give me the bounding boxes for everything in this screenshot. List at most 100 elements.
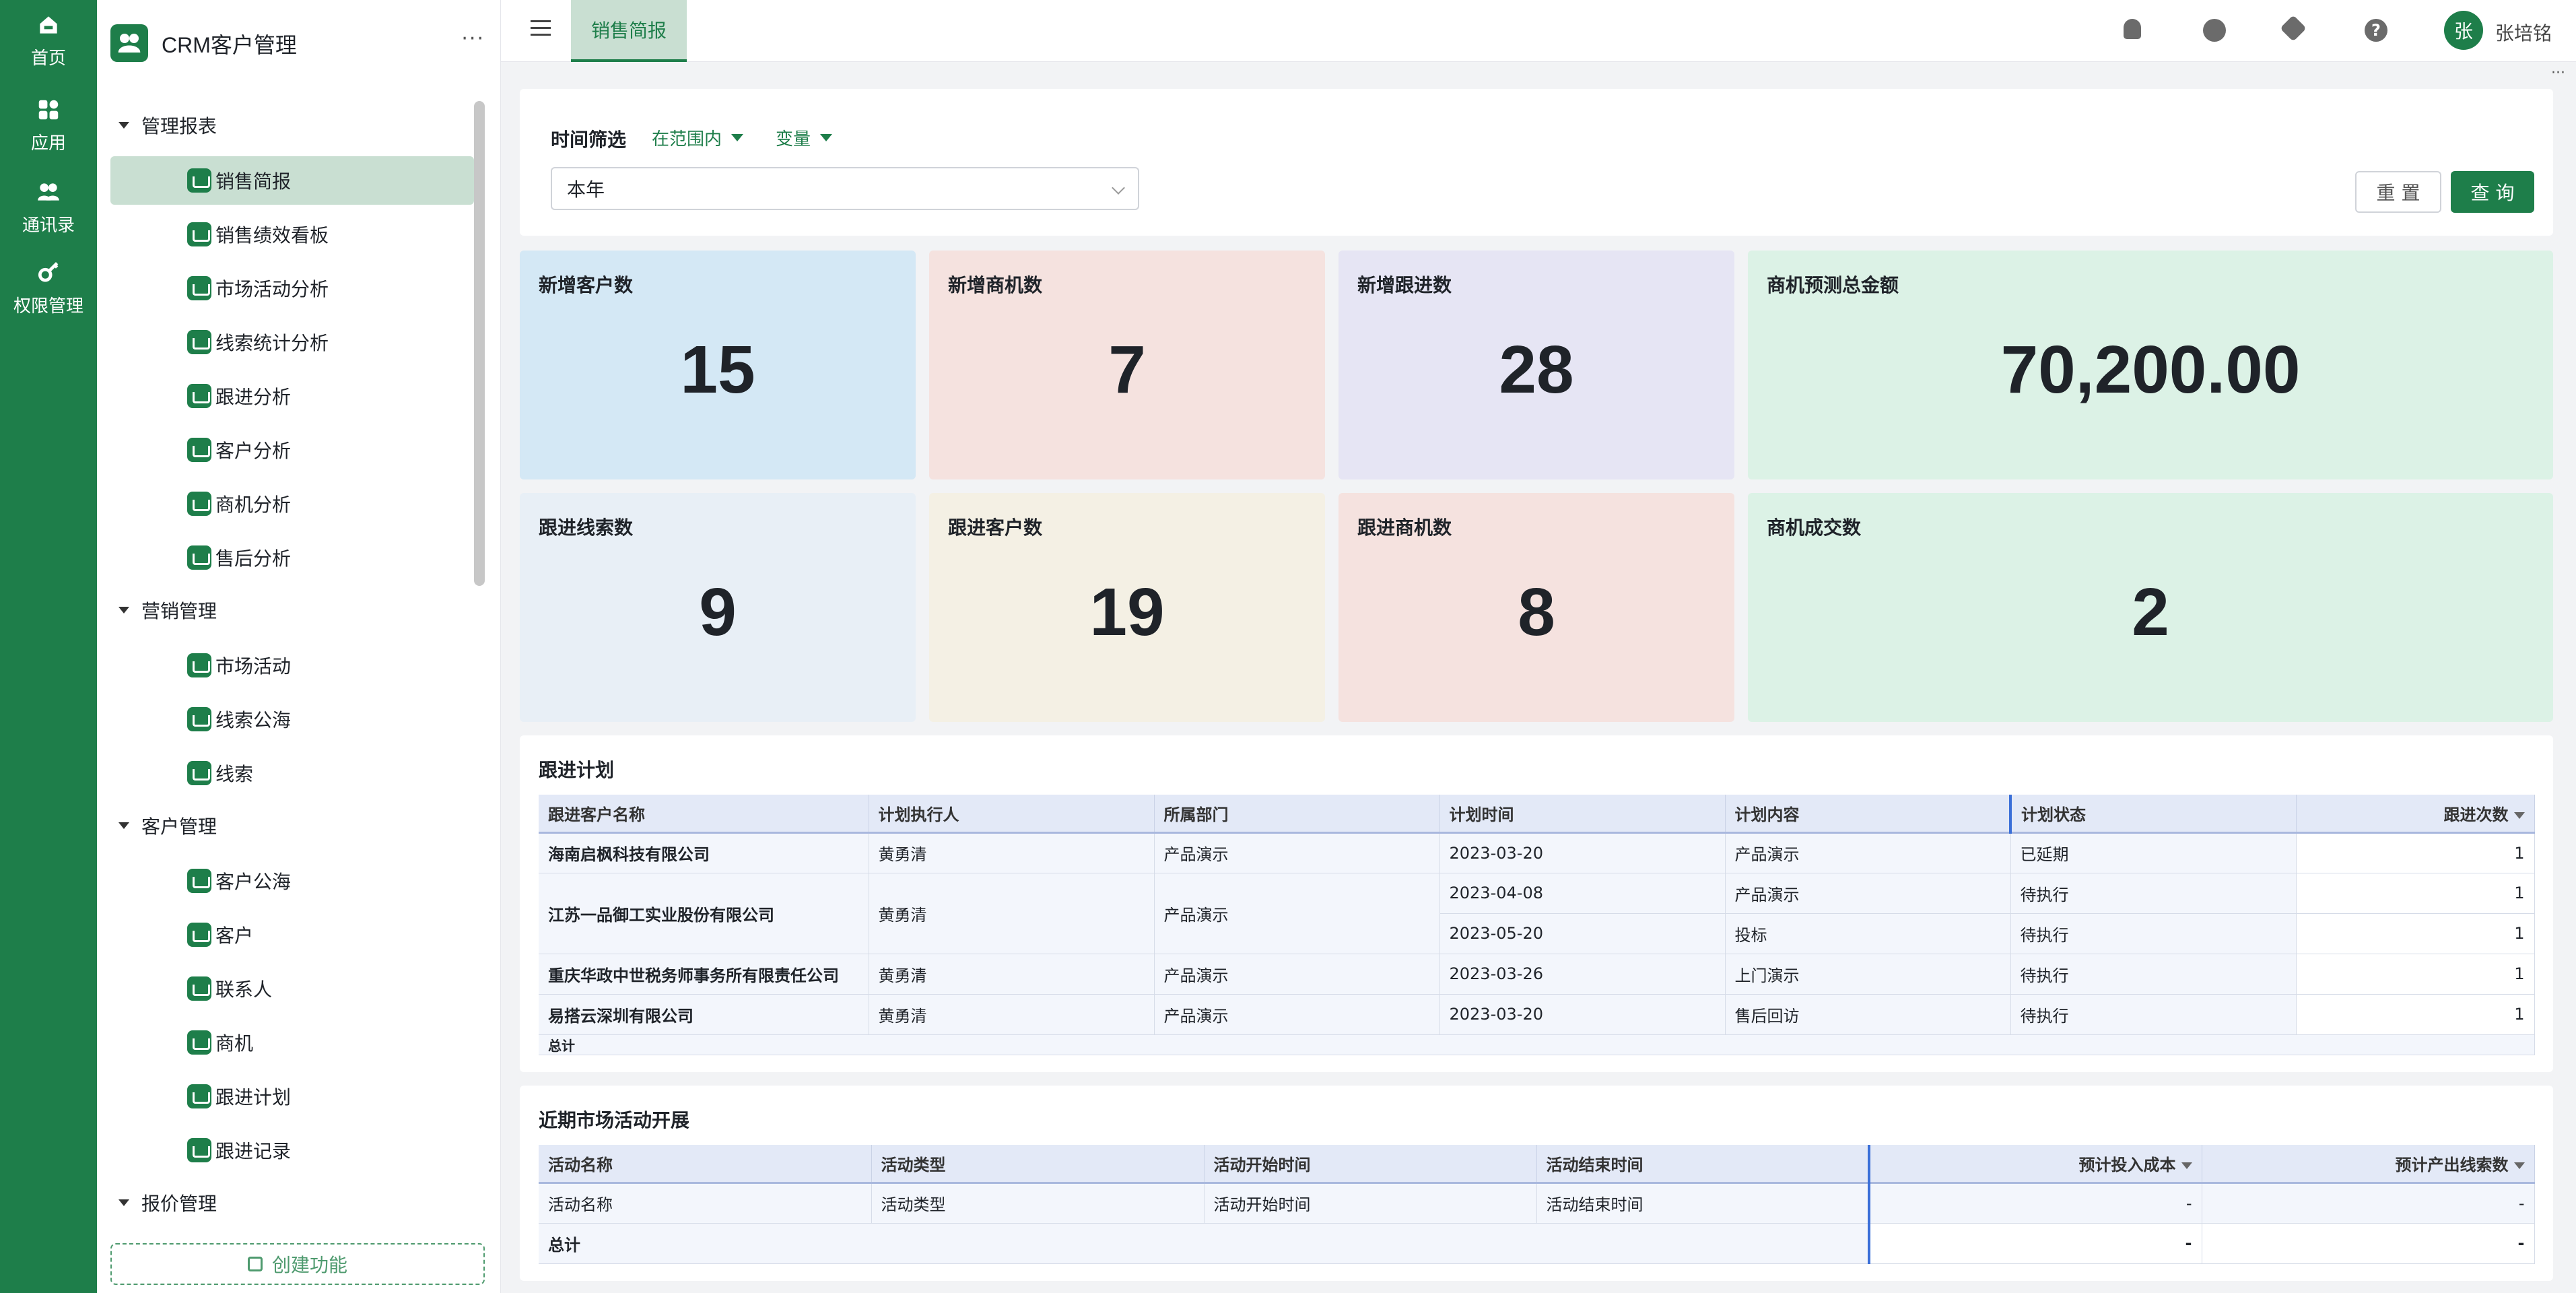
sidebar-item-label: 售后分析 xyxy=(215,548,292,570)
help-icon[interactable]: ? xyxy=(2365,19,2387,42)
table-cell: 活动开始时间 xyxy=(1204,1183,1537,1224)
table-row: 活动名称 活动类型 活动开始时间 活动结束时间 - - xyxy=(539,1183,2535,1224)
nav-group-reports[interactable]: 管理报表 xyxy=(118,105,217,145)
stat-value: 19 xyxy=(1089,574,1165,650)
sidebar-item-sales-brief[interactable]: 销售简报 xyxy=(110,156,474,205)
rail-home[interactable]: 首页 xyxy=(0,12,97,86)
rail-apps[interactable]: 应用 xyxy=(0,97,97,171)
column-header[interactable]: 跟进客户名称 xyxy=(539,795,869,834)
sidebar-item-label: 销售绩效看板 xyxy=(215,224,329,246)
filter-range-label: 在范围内 xyxy=(652,129,722,150)
sidebar-item-customer-pool[interactable]: 客户公海 xyxy=(110,857,474,905)
sidebar-item-label: 客户 xyxy=(215,925,254,947)
sidebar-scrollbar[interactable] xyxy=(474,101,485,586)
filter-title: 时间筛选 xyxy=(551,129,627,151)
column-header[interactable]: 计划时间 xyxy=(1439,795,1726,834)
column-header-sortable[interactable]: 跟进次数 xyxy=(2296,795,2535,834)
table-header-row: 跟进客户名称 计划执行人 所属部门 计划时间 计划内容 计划状态 跟进次数 xyxy=(539,795,2535,834)
table-row: 易搭云深圳有限公司 黄勇清 产品演示 2023-03-20 售后回访 待执行 1 xyxy=(539,994,2535,1035)
sidebar-item-aftersales-analysis[interactable]: 售后分析 xyxy=(110,533,474,582)
cube-icon[interactable] xyxy=(2280,15,2307,42)
sort-icon[interactable] xyxy=(2513,1162,2525,1169)
column-header[interactable]: 活动结束时间 xyxy=(1536,1145,1870,1184)
column-header[interactable]: 计划执行人 xyxy=(869,795,1155,834)
tab-sales-brief[interactable]: 销售简报 xyxy=(571,0,687,62)
column-header-sortable[interactable]: 预计产出线索数 xyxy=(2202,1145,2535,1184)
sidebar-item-campaigns[interactable]: 市场活动 xyxy=(110,641,474,690)
caret-down-icon xyxy=(118,122,129,129)
nav-group-customers[interactable]: 客户管理 xyxy=(118,805,217,846)
table-cell: 投标 xyxy=(1725,913,2011,954)
column-header-sortable[interactable]: 预计投入成本 xyxy=(1869,1145,2202,1184)
column-header[interactable]: 活动类型 xyxy=(871,1145,1205,1184)
table-cell: 售后回访 xyxy=(1725,994,2011,1035)
sidebar-item-followup-plans[interactable]: 跟进计划 xyxy=(110,1072,474,1121)
followup-plan-card: 跟进计划 跟进客户名称 计划执行人 所属部门 计划时间 计划内容 计划状态 跟进… xyxy=(520,735,2553,1072)
report-icon xyxy=(187,330,211,354)
nav-group-label: 客户管理 xyxy=(141,816,217,838)
user-name[interactable]: 张培铭 xyxy=(2495,19,2552,46)
sidebar-item-lead-pool[interactable]: 线索公海 xyxy=(110,695,474,743)
contacts-icon xyxy=(38,183,59,201)
sidebar-item-lead-stats[interactable]: 线索统计分析 xyxy=(110,318,474,366)
query-button[interactable]: 查 询 xyxy=(2451,171,2534,213)
filter-variable-dropdown[interactable]: 变量 xyxy=(776,125,833,150)
nav-group-marketing[interactable]: 营销管理 xyxy=(118,590,217,630)
filter-card: 时间筛选 在范围内 变量 本年 重 置 查 询 xyxy=(520,89,2553,236)
table-cell: 产品演示 xyxy=(1154,832,1440,873)
create-function-button[interactable]: 创建功能 xyxy=(110,1243,485,1285)
sidebar-item-followup-records[interactable]: 跟进记录 xyxy=(110,1126,474,1174)
table-cell: 2023-03-26 xyxy=(1439,954,1726,995)
stat-value: 7 xyxy=(1108,332,1146,407)
sidebar-item-campaign-analysis[interactable]: 市场活动分析 xyxy=(110,264,474,312)
menu-toggle-icon[interactable] xyxy=(531,20,551,39)
table-cell: 待执行 xyxy=(2010,954,2297,995)
column-header-label: 预计投入成本 xyxy=(2078,1155,2176,1174)
stat-card: 跟进商机数 8 xyxy=(1338,493,1734,722)
stat-value: 2 xyxy=(2132,574,2169,650)
column-header[interactable]: 计划状态 xyxy=(2010,795,2297,834)
nav-group-quotes[interactable]: 报价管理 xyxy=(118,1183,217,1223)
activity-table: 活动名称 活动类型 活动开始时间 活动结束时间 预计投入成本 预计产出线索数 活… xyxy=(539,1145,2535,1264)
rail-contacts[interactable]: 通讯录 xyxy=(0,179,97,253)
filter-range-dropdown[interactable]: 在范围内 xyxy=(652,125,744,150)
sidebar-item-opportunities[interactable]: 商机 xyxy=(110,1018,474,1067)
column-header[interactable]: 活动开始时间 xyxy=(1204,1145,1537,1184)
settings-icon[interactable] xyxy=(2203,19,2226,42)
stat-title: 新增跟进数 xyxy=(1357,274,1452,296)
more-icon[interactable]: ··· xyxy=(461,27,485,51)
sidebar-item-leads[interactable]: 线索 xyxy=(110,749,474,797)
time-select[interactable]: 本年 xyxy=(551,167,1139,210)
table-cell: 易搭云深圳有限公司 xyxy=(539,994,869,1035)
more-icon[interactable]: ··· xyxy=(2551,65,2565,81)
column-header[interactable]: 所属部门 xyxy=(1154,795,1440,834)
sidebar-item-opportunity-analysis[interactable]: 商机分析 xyxy=(110,479,474,528)
sidebar-item-customers[interactable]: 客户 xyxy=(110,910,474,959)
sidebar-item-customer-analysis[interactable]: 客户分析 xyxy=(110,426,474,474)
table-row: 海南启枫科技有限公司 黄勇清 产品演示 2023-03-20 产品演示 已延期 … xyxy=(539,832,2535,873)
bell-icon[interactable] xyxy=(2124,19,2141,39)
sidebar-item-followup-analysis[interactable]: 跟进分析 xyxy=(110,372,474,420)
sidebar-item-performance-board[interactable]: 销售绩效看板 xyxy=(110,210,474,259)
home-icon xyxy=(40,16,57,34)
nav-group-label: 报价管理 xyxy=(141,1193,217,1215)
report-icon xyxy=(187,1084,211,1108)
table-cell: 2023-05-20 xyxy=(1439,913,1726,954)
reset-button[interactable]: 重 置 xyxy=(2355,171,2441,213)
table-cell: 1 xyxy=(2296,832,2535,873)
stat-value: 70,200.00 xyxy=(2000,332,2301,407)
sort-icon[interactable] xyxy=(2181,1162,2192,1169)
rail-permissions[interactable]: 权限管理 xyxy=(0,260,97,334)
stat-card: 商机预测总金额 70,200.00 xyxy=(1748,251,2553,479)
avatar[interactable]: 张 xyxy=(2444,11,2483,50)
table-cell: 产品演示 xyxy=(1154,994,1440,1035)
app-name: CRM客户管理 xyxy=(162,33,297,57)
report-icon xyxy=(187,869,211,893)
column-header[interactable]: 活动名称 xyxy=(539,1145,872,1184)
sidebar-item-contacts[interactable]: 联系人 xyxy=(110,964,474,1013)
sort-icon[interactable] xyxy=(2513,811,2525,819)
table-cell: - xyxy=(2202,1223,2535,1264)
table-cell: 活动名称 xyxy=(539,1183,872,1224)
column-header[interactable]: 计划内容 xyxy=(1725,795,2012,834)
column-header-label: 预计产出线索数 xyxy=(2395,1155,2509,1174)
